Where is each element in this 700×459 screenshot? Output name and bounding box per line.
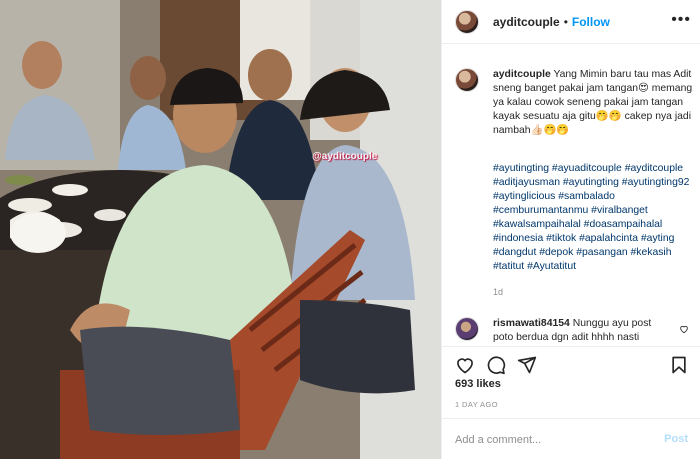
action-bar xyxy=(442,346,700,382)
caption-username[interactable]: ayditcouple xyxy=(493,69,551,80)
author-username[interactable]: ayditcouple xyxy=(493,15,560,29)
post-photo[interactable]: @ayditcouple xyxy=(0,0,441,459)
comment-item: rismawati84154 Nunggu ayu post poto berd… xyxy=(455,317,691,343)
caption-text: ayditcouple Yang Mimin baru tau mas Adit… xyxy=(493,68,693,138)
comment-icon[interactable] xyxy=(486,355,506,375)
add-comment-bar: Post xyxy=(442,418,700,459)
watermark-label: @ayditcouple xyxy=(312,151,378,162)
caption-hashtags[interactable]: #ayutingting #ayuaditcouple #ayditcouple… xyxy=(493,162,693,274)
likes-count[interactable]: 693 likes xyxy=(455,378,501,390)
bookmark-icon[interactable] xyxy=(669,355,689,375)
comments-section[interactable]: ayditcouple Yang Mimin baru tau mas Adit… xyxy=(442,58,700,345)
caption-time: 1d xyxy=(493,287,504,297)
caption-avatar[interactable] xyxy=(455,68,479,92)
follow-button[interactable]: Follow xyxy=(572,15,610,29)
post-comment-button[interactable]: Post xyxy=(664,433,688,445)
post-image xyxy=(0,0,441,459)
commenter-username[interactable]: rismawati84154 xyxy=(493,318,570,329)
heart-icon[interactable] xyxy=(455,355,475,375)
share-icon[interactable] xyxy=(517,355,537,375)
author-avatar[interactable] xyxy=(455,9,479,34)
separator-dot: • xyxy=(563,14,568,29)
comment-input[interactable] xyxy=(455,431,645,449)
more-options-icon[interactable]: ••• xyxy=(671,12,691,28)
post-panel: ayditcouple • Follow ••• ayditcouple Yan… xyxy=(441,0,700,459)
post-header: ayditcouple • Follow ••• xyxy=(442,0,700,44)
post-timestamp[interactable]: 1 DAY AGO xyxy=(455,400,498,409)
commenter-avatar[interactable] xyxy=(455,317,479,341)
comment-text: rismawati84154 Nunggu ayu post poto berd… xyxy=(493,317,669,343)
comment-like-heart-icon[interactable] xyxy=(679,324,689,334)
